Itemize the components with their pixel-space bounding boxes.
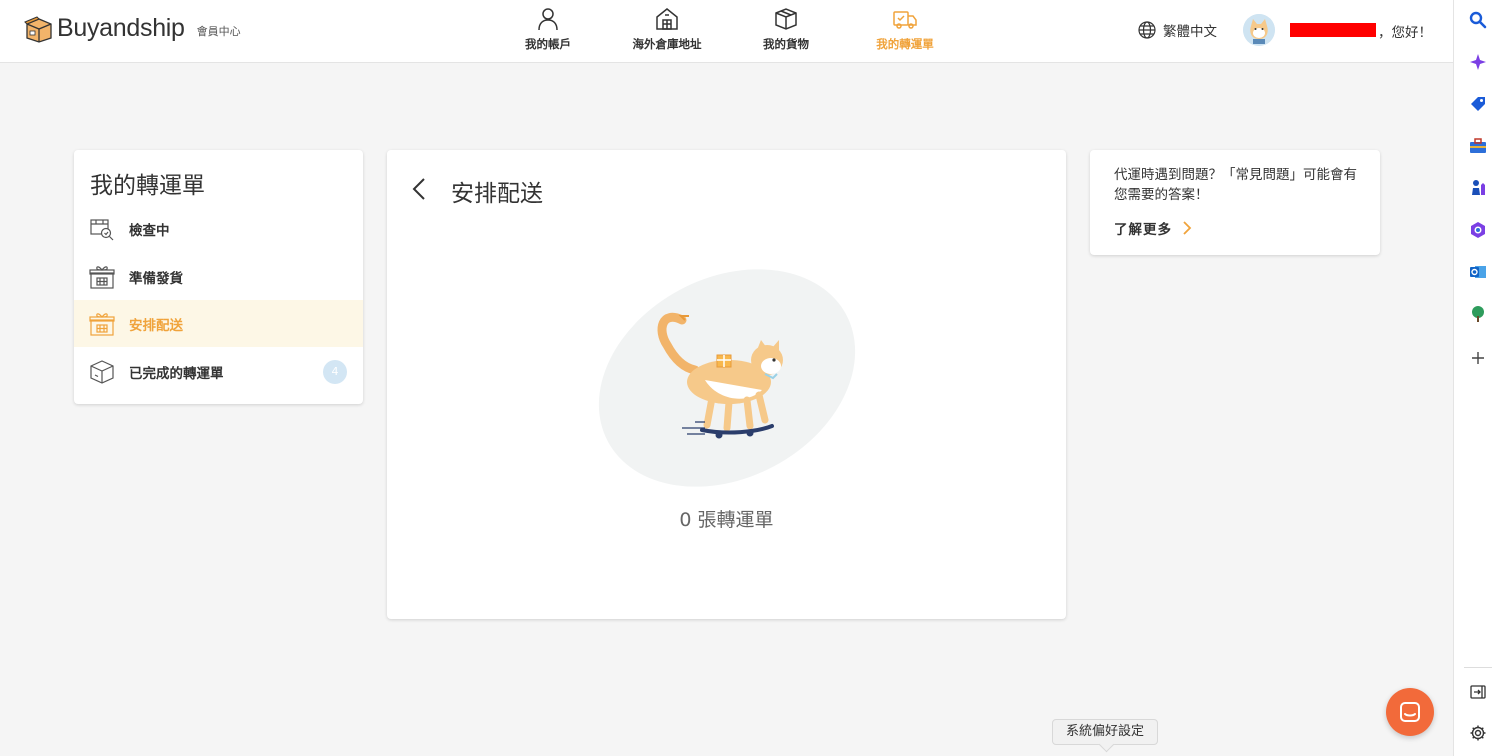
top-navigation-bar: Buyandship 會員中心 我的帳戶 海外倉庫地址 我的貨物 我的轉運單 繁…	[0, 0, 1453, 63]
collapse-sidebar-icon[interactable]	[1468, 682, 1488, 702]
sparkle-icon[interactable]	[1468, 52, 1488, 72]
sidebar-divider	[1464, 667, 1492, 668]
nav-my-account[interactable]: 我的帳戶	[493, 6, 603, 52]
learn-more-label: 了解更多	[1114, 222, 1172, 238]
nav-warehouse-address[interactable]: 海外倉庫地址	[612, 6, 722, 52]
browser-sidebar	[1453, 0, 1500, 756]
warehouse-icon	[656, 8, 678, 30]
nav-my-shipments[interactable]: 我的轉運單	[850, 6, 960, 52]
avatar[interactable]	[1243, 14, 1275, 46]
faq-text: 代運時遇到問題？「常見問題」可能會有您需要的答案！	[1114, 167, 1357, 203]
main-content-card: 安排配送 0 張轉運單	[387, 150, 1066, 619]
office-icon[interactable]	[1468, 220, 1488, 240]
menu-label: 檢查中	[129, 222, 170, 239]
cat-avatar-icon	[1243, 14, 1275, 46]
menu-item-inspecting[interactable]: 檢查中	[74, 205, 363, 252]
box-icon	[775, 8, 797, 30]
learn-more-link[interactable]: 了解更多	[1114, 218, 1194, 238]
box-logo-icon	[24, 15, 52, 43]
system-preferences-tooltip: 系統偏好設定	[1052, 719, 1159, 745]
tree-icon[interactable]	[1468, 304, 1488, 324]
menu-label: 已完成的轉運單	[129, 365, 224, 382]
inspect-icon	[90, 218, 114, 240]
faq-card: 代運時遇到問題？「常見問題」可能會有您需要的答案！ 了解更多	[1090, 150, 1380, 255]
empty-state-text: 0 張轉運單	[679, 509, 774, 531]
nav-label: 我的貨物	[763, 37, 809, 51]
outlook-icon[interactable]	[1468, 262, 1488, 282]
gear-icon[interactable]	[1468, 723, 1488, 743]
search-icon[interactable]	[1468, 10, 1488, 30]
brand-logo[interactable]: Buyandship 會員中心	[24, 14, 241, 43]
nav-label: 海外倉庫地址	[632, 37, 702, 51]
gift-box-icon	[89, 265, 115, 289]
menu-title: 我的轉運單	[90, 173, 205, 199]
add-icon[interactable]	[1468, 348, 1488, 368]
greeting-text: ，您好！	[1378, 25, 1432, 41]
count-badge: 4	[323, 359, 347, 384]
brand-name: Buyandship	[57, 14, 185, 42]
globe-icon	[1138, 21, 1156, 39]
menu-item-arrange-delivery[interactable]: 安排配送	[74, 300, 363, 347]
nav-my-goods[interactable]: 我的貨物	[731, 6, 841, 52]
truck-icon	[893, 11, 917, 29]
user-icon	[538, 8, 558, 31]
brand-subtitle: 會員中心	[196, 25, 241, 38]
chat-icon	[1400, 702, 1420, 722]
redacted-username	[1290, 23, 1376, 37]
nav-label: 我的帳戶	[525, 37, 571, 51]
nav-label: 我的轉運單	[876, 37, 934, 51]
page-title: 安排配送	[451, 181, 543, 207]
tag-icon[interactable]	[1468, 94, 1488, 114]
chevron-right-icon	[1183, 221, 1192, 235]
skateboarding-cat-illustration	[598, 269, 856, 487]
language-label: 繁體中文	[1163, 24, 1217, 40]
cube-icon	[90, 359, 114, 384]
chat-button[interactable]	[1386, 688, 1434, 736]
chess-icon[interactable]	[1468, 178, 1488, 198]
language-selector[interactable]: 繁體中文	[1137, 20, 1217, 40]
shipments-menu-card: 我的轉運單 檢查中 準備發貨 安排配送 已完成的轉運單 4	[74, 150, 363, 404]
back-arrow-icon[interactable]	[409, 176, 429, 202]
menu-item-completed[interactable]: 已完成的轉運單 4	[74, 348, 363, 395]
menu-label: 安排配送	[129, 317, 183, 334]
menu-item-ready-to-ship[interactable]: 準備發貨	[74, 253, 363, 300]
menu-label: 準備發貨	[129, 270, 183, 287]
gift-box-icon	[89, 312, 115, 336]
toolbox-icon[interactable]	[1468, 136, 1488, 156]
